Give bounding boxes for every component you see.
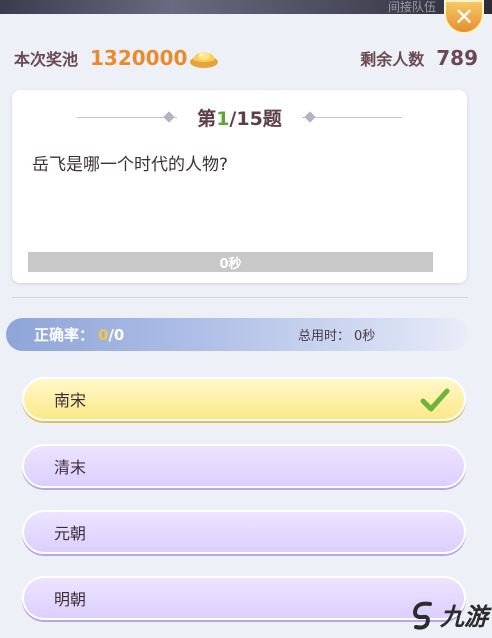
total-time-value: 0秒 bbox=[354, 329, 376, 344]
prize-pool-label: 本次奖池 bbox=[14, 50, 79, 69]
answer-option-label: 明朝 bbox=[54, 590, 87, 609]
question-text: 岳飞是哪一个时代的人物? bbox=[32, 155, 229, 175]
answer-option-2[interactable]: 清末 bbox=[22, 444, 466, 488]
current-question-number: 1 bbox=[216, 107, 230, 130]
answer-option-1[interactable]: 南宋 bbox=[22, 377, 466, 421]
stats-bar: 正确率： 0/0 总用时： 0秒 bbox=[6, 318, 468, 351]
accuracy-value: 0/0 bbox=[98, 326, 124, 344]
question-number: 第1/15题 bbox=[197, 107, 282, 130]
answer-option-label: 清末 bbox=[54, 458, 87, 477]
answer-option-4[interactable]: 明朝 bbox=[22, 576, 466, 620]
close-button[interactable]: ✕ bbox=[444, 0, 484, 34]
remaining-players-value: 789 bbox=[436, 46, 478, 70]
check-icon bbox=[420, 388, 450, 412]
answer-option-label: 南宋 bbox=[54, 391, 87, 410]
gold-ingot-icon bbox=[189, 47, 219, 69]
answer-option-3[interactable]: 元朝 bbox=[22, 510, 466, 554]
remaining-players-label: 剩余人数 bbox=[360, 50, 425, 69]
timer-bar: 0秒 bbox=[28, 252, 433, 272]
accuracy-total: /0 bbox=[108, 325, 125, 344]
accuracy-correct: 0 bbox=[98, 325, 109, 344]
section-divider bbox=[12, 297, 468, 298]
watermark: 九游 bbox=[410, 597, 488, 632]
accuracy-label: 正确率： bbox=[34, 326, 95, 344]
total-time: 总用时： 0秒 bbox=[298, 318, 375, 351]
header-row: 本次奖池 1320000 剩余人数 789 bbox=[14, 42, 478, 74]
top-faded-text: 间接队伍 bbox=[387, 0, 436, 14]
total-time-label: 总用时： bbox=[298, 329, 351, 344]
question-title-row: 第1/15题 bbox=[12, 104, 467, 130]
title-deco-left bbox=[77, 110, 178, 123]
title-deco-right bbox=[301, 110, 402, 123]
answer-option-label: 元朝 bbox=[54, 524, 87, 543]
top-banner-strip: 间接队伍 bbox=[0, 0, 492, 14]
watermark-text: 九游 bbox=[440, 603, 488, 631]
close-icon: ✕ bbox=[453, 3, 475, 31]
watermark-logo-icon bbox=[412, 601, 432, 630]
timer-text: 0秒 bbox=[219, 256, 242, 272]
question-card: 第1/15题 岳飞是哪一个时代的人物? 0秒 bbox=[12, 90, 467, 283]
prize-pool-value: 1320000 bbox=[90, 46, 188, 70]
